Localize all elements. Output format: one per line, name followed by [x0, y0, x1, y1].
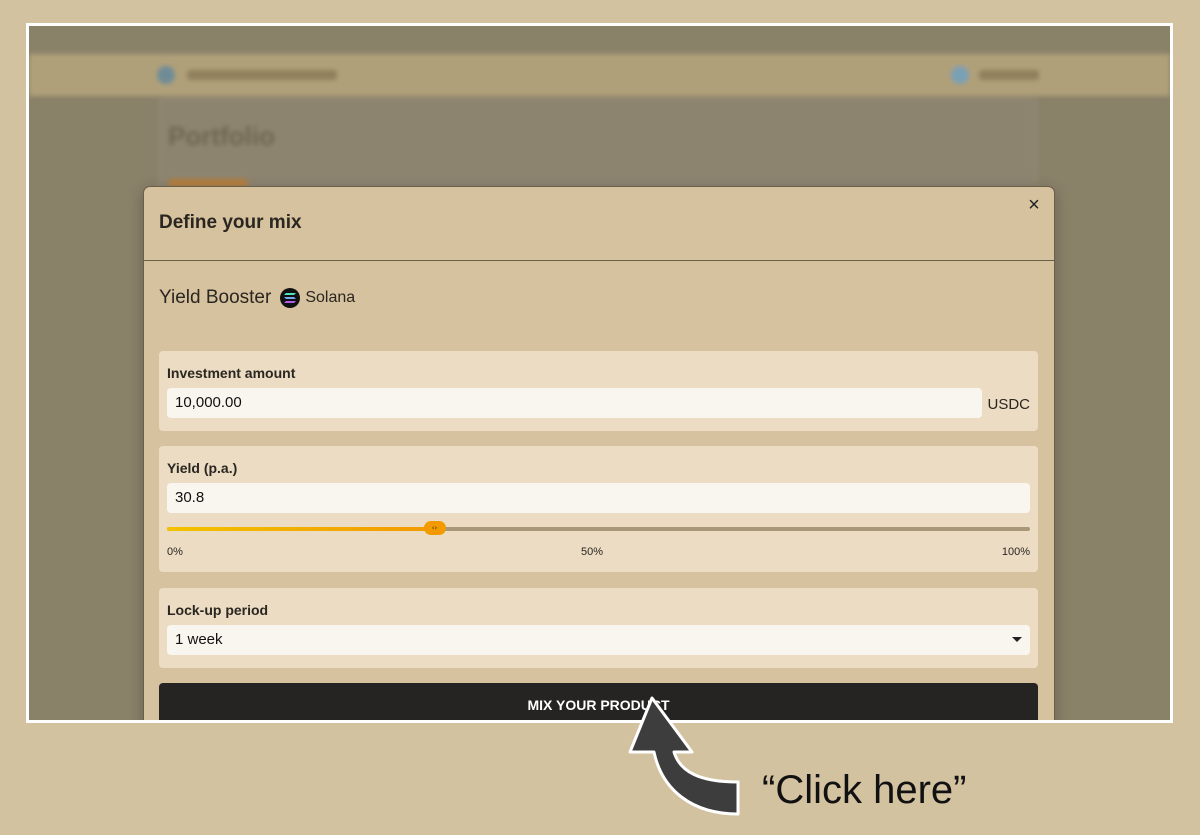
- screenshot-frame: Portfolio Define your mix × Yield Booste…: [26, 23, 1173, 723]
- investment-amount-input[interactable]: 10,000.00: [167, 388, 982, 418]
- investment-panel: Investment amount 10,000.00 USDC: [159, 351, 1038, 431]
- lockup-panel: Lock-up period 1 week: [159, 588, 1038, 668]
- slider-tick-max: 100%: [1001, 546, 1030, 558]
- product-name: Yield Booster: [159, 287, 272, 308]
- slider-tick-mid: 50%: [581, 546, 604, 558]
- yield-slider-fill: [167, 527, 435, 531]
- chevron-down-icon: [1012, 637, 1022, 642]
- yield-slider-thumb[interactable]: ‹›: [423, 521, 446, 535]
- background-user-text: [979, 70, 1039, 80]
- click-here-annotation: “Click here”: [762, 768, 967, 812]
- lockup-select[interactable]: 1 week: [167, 625, 1030, 655]
- product-header: Yield Booster Solana: [159, 286, 355, 310]
- investment-label: Investment amount: [167, 365, 296, 381]
- background-card-title: Portfolio: [168, 121, 275, 151]
- background-navbar: [29, 54, 1170, 96]
- slider-tick-min: 0%: [167, 546, 183, 558]
- background-topbar: [29, 26, 1170, 54]
- yield-slider[interactable]: ‹›: [167, 521, 1030, 535]
- background-logo-icon: [157, 66, 175, 84]
- yield-panel: Yield (p.a.) 30.8 ‹› 0% 50% 100%: [159, 446, 1038, 572]
- define-mix-modal: Define your mix × Yield Booster Solana I…: [143, 186, 1055, 720]
- lockup-selected-value: 1 week: [175, 631, 223, 648]
- curved-arrow-icon: [628, 696, 740, 816]
- modal-header: Define your mix ×: [144, 187, 1054, 261]
- yield-label: Yield (p.a.): [167, 460, 238, 476]
- chain-name: Solana: [305, 289, 356, 306]
- background-nav-text: [187, 70, 337, 80]
- close-icon[interactable]: ×: [1024, 195, 1044, 215]
- modal-title: Define your mix: [159, 212, 302, 233]
- solana-icon: [280, 288, 301, 308]
- yield-input[interactable]: 30.8: [167, 483, 1030, 513]
- background-avatar-icon: [951, 66, 969, 84]
- lockup-label: Lock-up period: [167, 602, 269, 618]
- mix-your-product-button[interactable]: MIX YOUR PRODUCT: [159, 683, 1038, 720]
- currency-unit: USDC: [987, 396, 1030, 413]
